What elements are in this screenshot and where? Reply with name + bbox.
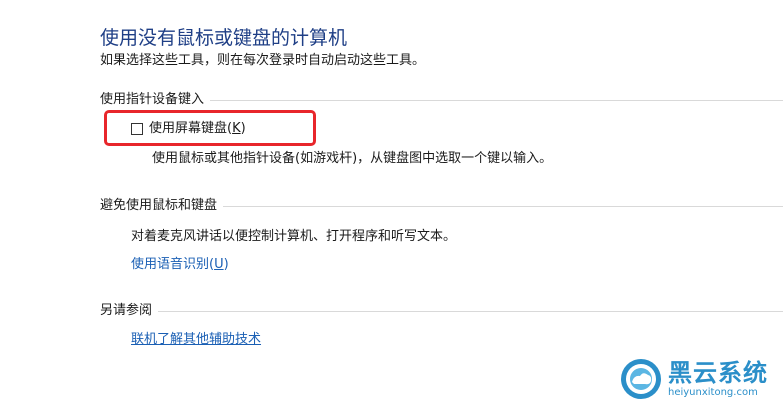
section-divider	[158, 310, 783, 312]
watermark-name: 黑云系统	[668, 359, 768, 387]
section-divider	[223, 205, 783, 207]
section-heading-pointing-label: 使用指针设备键入	[100, 92, 205, 107]
on-screen-keyboard-description: 使用鼠标或其他指针设备(如游戏杆)，从键盘图中选取一个键以输入。	[152, 151, 553, 166]
speech-recognition-link[interactable]: 使用语音识别(U)	[131, 256, 229, 274]
section-heading-see-also: 另请参阅	[100, 302, 783, 320]
speech-recognition-description: 对着麦克风讲话以便控制计算机、打开程序和听写文本。	[131, 229, 457, 244]
section-heading-pointing: 使用指针设备键入	[100, 91, 783, 109]
assistive-tech-link[interactable]: 联机了解其他辅助技术	[131, 331, 261, 349]
page-title: 使用没有鼠标或键盘的计算机	[100, 27, 348, 49]
section-divider	[210, 99, 783, 101]
cloud-logo-icon	[620, 358, 662, 400]
page-subtitle: 如果选择这些工具，则在每次登录时自动启动这些工具。	[100, 53, 426, 68]
watermark-url: heiyunxitong.com	[668, 387, 758, 398]
watermark: 黑云系统 heiyunxitong.com	[620, 358, 768, 400]
section-heading-avoid: 避免使用鼠标和键盘	[100, 197, 783, 215]
section-heading-see-also-label: 另请参阅	[100, 303, 153, 318]
ease-of-access-page: 使用没有鼠标或键盘的计算机 如果选择这些工具，则在每次登录时自动启动这些工具。 …	[0, 0, 783, 407]
section-heading-avoid-label: 避免使用鼠标和键盘	[100, 198, 218, 213]
highlight-annotation-box	[104, 110, 316, 146]
